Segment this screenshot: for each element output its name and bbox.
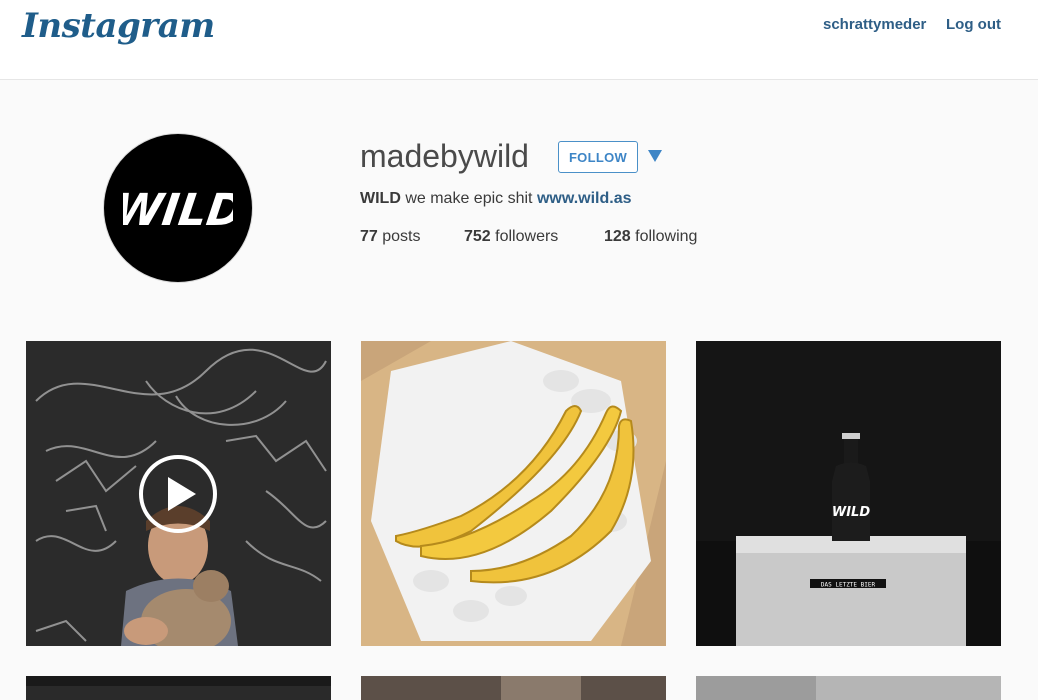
profile-avatar: WILD bbox=[103, 133, 253, 283]
post-thumbnail-bottle[interactable]: WILD DAS LETZTE BIER bbox=[696, 341, 1001, 646]
top-navigation-bar: Instagram schrattymeder Log out bbox=[0, 0, 1038, 80]
svg-text:WILD: WILD bbox=[123, 185, 233, 236]
post-thumbnail-video[interactable] bbox=[26, 341, 331, 646]
posts-stat: 77 posts bbox=[360, 228, 421, 246]
logout-link[interactable]: Log out bbox=[946, 16, 1001, 33]
bio-website-link[interactable]: www.wild.as bbox=[537, 190, 632, 207]
wild-logo-icon: WILD bbox=[123, 185, 233, 236]
following-label: following bbox=[635, 228, 698, 245]
bio-full-name: WILD bbox=[360, 190, 401, 207]
bananas-photo bbox=[361, 341, 666, 646]
following-stat[interactable]: 128 following bbox=[604, 228, 697, 246]
dropdown-arrow-icon[interactable] bbox=[648, 150, 662, 162]
chalkboard-photo bbox=[26, 341, 331, 646]
following-count: 128 bbox=[604, 228, 631, 245]
bio-text: we make epic shit bbox=[405, 190, 533, 207]
beer-bottle-photo: WILD DAS LETZTE BIER bbox=[696, 341, 1001, 646]
followers-stat[interactable]: 752 followers bbox=[464, 228, 558, 246]
posts-label: posts bbox=[382, 228, 421, 245]
post-thumbnail-row2-3[interactable] bbox=[696, 676, 1001, 700]
post-thumbnail-row2-2[interactable] bbox=[361, 676, 666, 700]
followers-count: 752 bbox=[464, 228, 491, 245]
posts-count: 77 bbox=[360, 228, 378, 245]
bottle-label-text: DAS LETZTE BIER bbox=[821, 582, 876, 589]
follow-button[interactable]: FOLLOW bbox=[558, 141, 638, 173]
profile-username: madebywild bbox=[360, 138, 529, 174]
current-user-link[interactable]: schrattymeder bbox=[823, 16, 926, 33]
followers-label: followers bbox=[495, 228, 559, 245]
post-thumbnail-bananas[interactable] bbox=[361, 341, 666, 646]
profile-bio: WILD we make epic shit www.wild.as bbox=[360, 190, 632, 208]
instagram-logo[interactable]: Instagram bbox=[22, 6, 215, 46]
post-thumbnail-row2-1[interactable] bbox=[26, 676, 331, 700]
svg-text:WILD: WILD bbox=[832, 505, 870, 520]
